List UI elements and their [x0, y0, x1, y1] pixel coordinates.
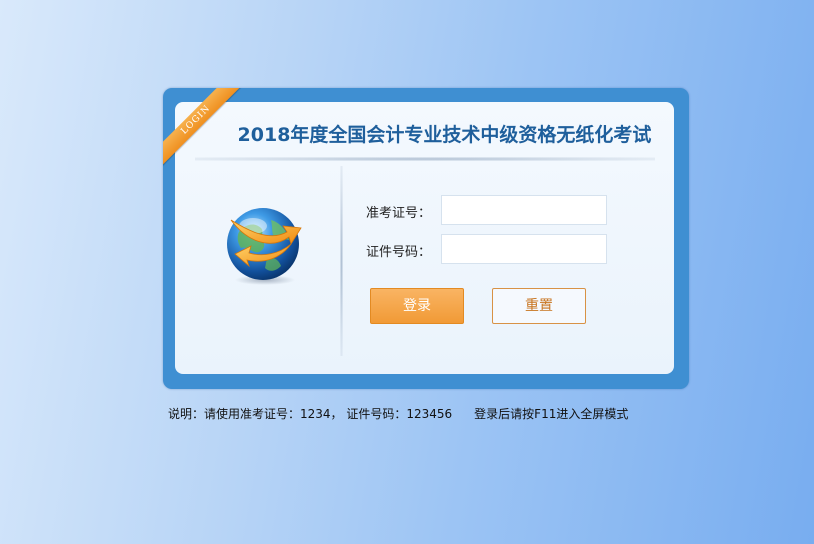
login-panel: 2018年度全国会计专业技术中级资格无纸化考试 准考证号： 证件号码： 登录 重…	[175, 102, 674, 374]
reset-button[interactable]: 重置	[492, 288, 586, 324]
id-number-label: 证件号码：	[366, 245, 432, 260]
exam-id-input[interactable]	[441, 195, 607, 225]
exam-id-label: 准考证号：	[366, 206, 432, 221]
login-panel-frame: 2018年度全国会计专业技术中级资格无纸化考试 准考证号： 证件号码： 登录 重…	[163, 88, 689, 389]
fullscreen-tip: 登录后请按F11进入全屏模式	[474, 407, 629, 421]
globe-arrow-icon	[221, 202, 305, 286]
id-number-input[interactable]	[441, 234, 607, 264]
instructions-text: 说明：请使用准考证号：1234， 证件号码：123456	[168, 407, 453, 421]
login-button[interactable]: 登录	[370, 288, 464, 324]
page-title: 2018年度全国会计专业技术中级资格无纸化考试	[237, 124, 652, 146]
instructions-note: 说明：请使用准考证号：1234， 证件号码：123456 登录后请按F11进入全屏…	[168, 405, 628, 422]
title-divider	[195, 157, 655, 161]
vertical-divider	[340, 166, 343, 356]
